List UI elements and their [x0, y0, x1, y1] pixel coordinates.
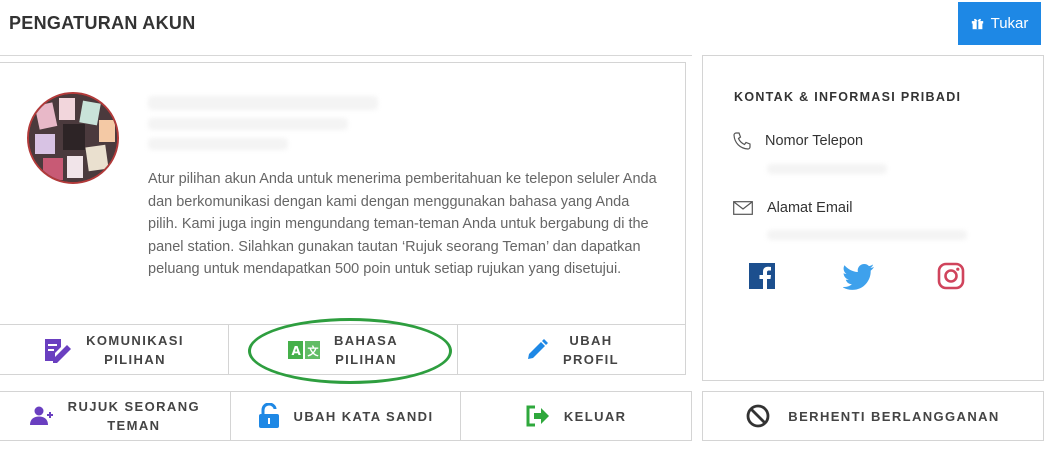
- keluar-button[interactable]: KELUAR: [461, 392, 691, 440]
- instagram-icon[interactable]: [936, 261, 966, 291]
- bahasa-pilihan-label: BAHASA PILIHAN: [333, 333, 398, 367]
- rujuk-teman-button[interactable]: RUJUK SEORANG TEMAN: [0, 392, 231, 440]
- translate-icon: A文: [287, 341, 320, 359]
- phone-label: Nomor Telepon: [765, 133, 864, 149]
- tukar-label: Tukar: [990, 15, 1029, 32]
- account-actions: RUJUK SEORANG TEMAN UBAH KATA SANDI KELU…: [0, 391, 692, 441]
- ubah-profil-button[interactable]: UBAH PROFIL: [458, 325, 686, 375]
- preference-actions: KOMUNIKASI PILIHAN A文 BAHASA PILIHAN UBA…: [0, 324, 686, 375]
- block-icon: [746, 404, 770, 428]
- keluar-label: KELUAR: [563, 408, 627, 424]
- blurred-detail: [148, 138, 288, 150]
- bahasa-pilihan-button[interactable]: A文 BAHASA PILIHAN: [229, 325, 458, 375]
- phone-icon: [733, 132, 751, 150]
- twitter-icon[interactable]: [842, 261, 874, 291]
- phone-row[interactable]: Nomor Telepon: [733, 132, 863, 150]
- svg-text:A: A: [291, 344, 301, 358]
- blurred-name: [148, 96, 378, 110]
- ubah-kata-sandi-label: UBAH KATA SANDI: [293, 408, 434, 424]
- blurred-phone: [767, 164, 887, 174]
- gift-icon: [971, 17, 984, 30]
- komunikasi-pilihan-button[interactable]: KOMUNIKASI PILIHAN: [0, 325, 229, 375]
- facebook-icon[interactable]: [747, 261, 777, 291]
- unlock-icon: [258, 403, 280, 429]
- svg-text:文: 文: [307, 344, 319, 358]
- page-title: PENGATURAN AKUN: [9, 13, 196, 33]
- edit-document-icon: [44, 337, 72, 363]
- email-label: Alamat Email: [767, 200, 853, 216]
- pencil-icon: [525, 338, 549, 362]
- add-user-icon: [29, 406, 54, 426]
- ubah-profil-label: UBAH PROFIL: [562, 333, 620, 367]
- avatar: [27, 92, 119, 184]
- contact-title: KONTAK & INFORMASI PRIBADI: [734, 90, 962, 104]
- contact-panel: KONTAK & INFORMASI PRIBADI Nomor Telepon…: [702, 55, 1044, 381]
- social-links: [703, 261, 1043, 301]
- email-row[interactable]: Alamat Email: [733, 200, 852, 216]
- blurred-detail: [148, 118, 348, 130]
- header-divider: [0, 55, 692, 56]
- komunikasi-pilihan-label: KOMUNIKASI PILIHAN: [86, 333, 184, 367]
- mail-icon: [733, 201, 753, 215]
- berhenti-berlangganan-label: BERHENTI BERLANGGANAN: [788, 408, 1000, 424]
- tukar-button[interactable]: Tukar: [958, 2, 1041, 45]
- logout-icon: [526, 405, 550, 427]
- rujuk-teman-label: RUJUK SEORANG TEMAN: [67, 399, 200, 433]
- ubah-kata-sandi-button[interactable]: UBAH KATA SANDI: [231, 392, 462, 440]
- berhenti-berlangganan-button[interactable]: BERHENTI BERLANGGANAN: [702, 391, 1044, 441]
- profile-description: Atur pilihan akun Anda untuk menerima pe…: [148, 171, 657, 278]
- blurred-email: [767, 230, 967, 240]
